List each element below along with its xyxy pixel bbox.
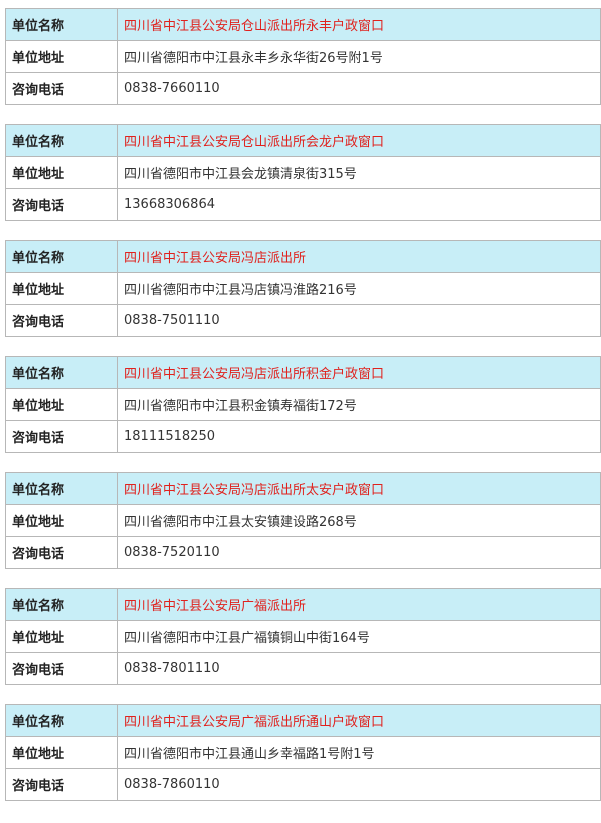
address-row: 单位地址 四川省德阳市中江县通山乡幸福路1号附1号: [5, 736, 601, 769]
name-row: 单位名称 四川省中江县公安局仓山派出所永丰户政窗口: [5, 8, 601, 41]
name-label: 单位名称: [5, 124, 118, 157]
phone-row: 咨询电话 0838-7501110: [5, 304, 601, 337]
office-phone: 0838-7501110: [117, 304, 601, 337]
address-label: 单位地址: [5, 736, 118, 769]
address-label: 单位地址: [5, 272, 118, 305]
address-label: 单位地址: [5, 40, 118, 73]
phone-label: 咨询电话: [5, 72, 118, 105]
office-table: 单位名称 四川省中江县公安局冯店派出所太安户政窗口 单位地址 四川省德阳市中江县…: [5, 472, 601, 569]
address-row: 单位地址 四川省德阳市中江县永丰乡永华街26号附1号: [5, 40, 601, 73]
name-row: 单位名称 四川省中江县公安局冯店派出所太安户政窗口: [5, 472, 601, 505]
name-label: 单位名称: [5, 8, 118, 41]
office-table: 单位名称 四川省中江县公安局冯店派出所积金户政窗口 单位地址 四川省德阳市中江县…: [5, 356, 601, 453]
name-row: 单位名称 四川省中江县公安局广福派出所: [5, 588, 601, 621]
office-address: 四川省德阳市中江县会龙镇清泉街315号: [117, 156, 601, 189]
name-label: 单位名称: [5, 704, 118, 737]
name-row: 单位名称 四川省中江县公安局冯店派出所: [5, 240, 601, 273]
address-row: 单位地址 四川省德阳市中江县广福镇铜山中街164号: [5, 620, 601, 653]
office-table: 单位名称 四川省中江县公安局广福派出所 单位地址 四川省德阳市中江县广福镇铜山中…: [5, 588, 601, 685]
phone-row: 咨询电话 18111518250: [5, 420, 601, 453]
name-label: 单位名称: [5, 472, 118, 505]
phone-row: 咨询电话 13668306864: [5, 188, 601, 221]
office-phone: 0838-7660110: [117, 72, 601, 105]
name-label: 单位名称: [5, 588, 118, 621]
phone-label: 咨询电话: [5, 304, 118, 337]
phone-label: 咨询电话: [5, 536, 118, 569]
office-phone: 0838-7520110: [117, 536, 601, 569]
office-address: 四川省德阳市中江县冯店镇冯淮路216号: [117, 272, 601, 305]
phone-row: 咨询电话 0838-7860110: [5, 768, 601, 801]
phone-row: 咨询电话 0838-7660110: [5, 72, 601, 105]
address-label: 单位地址: [5, 156, 118, 189]
office-address: 四川省德阳市中江县通山乡幸福路1号附1号: [117, 736, 601, 769]
name-label: 单位名称: [5, 240, 118, 273]
phone-label: 咨询电话: [5, 188, 118, 221]
office-table: 单位名称 四川省中江县公安局仓山派出所永丰户政窗口 单位地址 四川省德阳市中江县…: [5, 8, 601, 105]
office-address: 四川省德阳市中江县积金镇寿福街172号: [117, 388, 601, 421]
address-label: 单位地址: [5, 504, 118, 537]
address-row: 单位地址 四川省德阳市中江县太安镇建设路268号: [5, 504, 601, 537]
address-label: 单位地址: [5, 388, 118, 421]
office-phone: 0838-7860110: [117, 768, 601, 801]
phone-label: 咨询电话: [5, 420, 118, 453]
office-name: 四川省中江县公安局仓山派出所永丰户政窗口: [117, 8, 601, 41]
address-row: 单位地址 四川省德阳市中江县冯店镇冯淮路216号: [5, 272, 601, 305]
office-table: 单位名称 四川省中江县公安局仓山派出所会龙户政窗口 单位地址 四川省德阳市中江县…: [5, 124, 601, 221]
office-phone: 0838-7801110: [117, 652, 601, 685]
address-row: 单位地址 四川省德阳市中江县会龙镇清泉街315号: [5, 156, 601, 189]
office-address: 四川省德阳市中江县太安镇建设路268号: [117, 504, 601, 537]
phone-label: 咨询电话: [5, 768, 118, 801]
phone-label: 咨询电话: [5, 652, 118, 685]
name-label: 单位名称: [5, 356, 118, 389]
phone-row: 咨询电话 0838-7801110: [5, 652, 601, 685]
office-phone: 13668306864: [117, 188, 601, 221]
office-name: 四川省中江县公安局广福派出所通山户政窗口: [117, 704, 601, 737]
address-row: 单位地址 四川省德阳市中江县积金镇寿福街172号: [5, 388, 601, 421]
office-address: 四川省德阳市中江县永丰乡永华街26号附1号: [117, 40, 601, 73]
office-address: 四川省德阳市中江县广福镇铜山中街164号: [117, 620, 601, 653]
office-name: 四川省中江县公安局冯店派出所: [117, 240, 601, 273]
name-row: 单位名称 四川省中江县公安局仓山派出所会龙户政窗口: [5, 124, 601, 157]
office-name: 四川省中江县公安局仓山派出所会龙户政窗口: [117, 124, 601, 157]
office-list: 单位名称 四川省中江县公安局仓山派出所永丰户政窗口 单位地址 四川省德阳市中江县…: [5, 8, 601, 820]
office-table: 单位名称 四川省中江县公安局冯店派出所 单位地址 四川省德阳市中江县冯店镇冯淮路…: [5, 240, 601, 337]
phone-row: 咨询电话 0838-7520110: [5, 536, 601, 569]
office-table: 单位名称 四川省中江县公安局广福派出所通山户政窗口 单位地址 四川省德阳市中江县…: [5, 704, 601, 801]
office-name: 四川省中江县公安局广福派出所: [117, 588, 601, 621]
office-name: 四川省中江县公安局冯店派出所积金户政窗口: [117, 356, 601, 389]
name-row: 单位名称 四川省中江县公安局冯店派出所积金户政窗口: [5, 356, 601, 389]
address-label: 单位地址: [5, 620, 118, 653]
office-phone: 18111518250: [117, 420, 601, 453]
office-name: 四川省中江县公安局冯店派出所太安户政窗口: [117, 472, 601, 505]
name-row: 单位名称 四川省中江县公安局广福派出所通山户政窗口: [5, 704, 601, 737]
